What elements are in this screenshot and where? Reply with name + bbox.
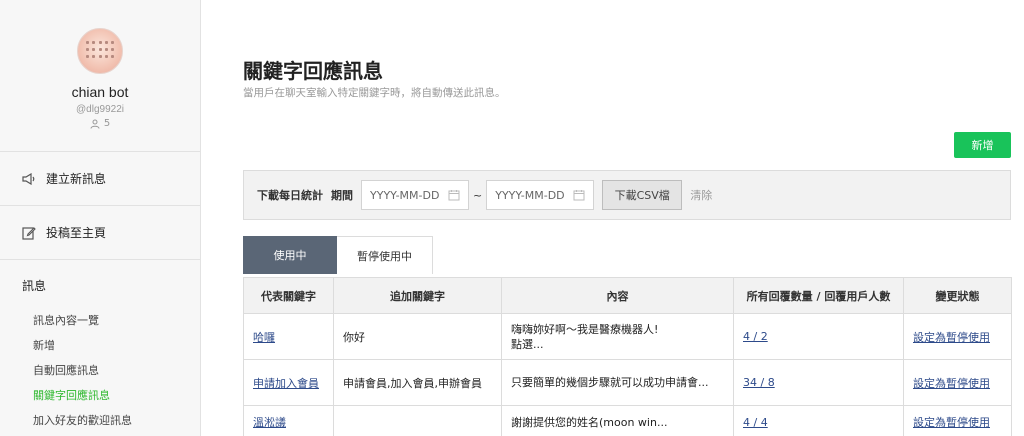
column-header-content: 內容 bbox=[501, 277, 734, 314]
sidebar-section-heading: 訊息 bbox=[22, 279, 47, 293]
start-date-placeholder: YYYY-MM-DD bbox=[370, 188, 440, 202]
friend-count-value: 5 bbox=[103, 118, 111, 129]
stats-link[interactable]: 4 / 2 bbox=[743, 330, 768, 343]
content-line: 嗨嗨妳好啊～我是醫療機器人! bbox=[511, 322, 659, 336]
bot-avatar[interactable] bbox=[77, 28, 123, 74]
stats-cell: 4 / 2 bbox=[733, 313, 904, 360]
extra-keywords-cell: 申請會員,加入會員,申辦會員 bbox=[333, 359, 502, 406]
status-tabs: 使用中 暫停使用中 bbox=[243, 236, 433, 274]
sidebar-item-label: 建立新訊息 bbox=[46, 172, 107, 186]
content-line: 點選... bbox=[511, 337, 544, 351]
column-header-stats: 所有回覆數量 / 回覆用戶人數 bbox=[733, 277, 904, 314]
profile-panel: chian bot @dlg9922i 5 bbox=[0, 0, 200, 152]
content-line: 謝謝提供您的姓名(moon win... bbox=[511, 415, 668, 429]
end-date-placeholder: YYYY-MM-DD bbox=[495, 188, 565, 202]
stats-filter-bar: 下載每日統計 期間 YYYY-MM-DD ~ YYYY-MM-DD 下載CSV檔… bbox=[243, 170, 1011, 220]
calendar-icon bbox=[448, 190, 460, 201]
calendar-icon bbox=[573, 190, 585, 201]
megaphone-icon bbox=[22, 172, 35, 185]
sidebar-item-new[interactable]: 新增 bbox=[0, 333, 200, 358]
content-cell: 只要簡單的幾個步驟就可以成功申請會... bbox=[501, 359, 734, 406]
bot-id: @dlg9922i bbox=[76, 104, 124, 115]
column-header-change-status: 變更狀態 bbox=[903, 277, 1012, 314]
download-csv-button[interactable]: 下載CSV檔 bbox=[602, 180, 683, 210]
keyword-cell: 溫淞議 bbox=[243, 405, 334, 436]
stats-link[interactable]: 4 / 4 bbox=[743, 416, 768, 429]
sidebar-item-label: 投稿至主頁 bbox=[46, 226, 107, 240]
download-stats-label: 下載每日統計 bbox=[257, 189, 323, 202]
keyword-cell: 哈囉 bbox=[243, 313, 334, 360]
clear-link[interactable]: 淸除 bbox=[690, 187, 712, 203]
action-cell: 設定為暫停使用 bbox=[903, 359, 1012, 406]
page-subtitle: 當用戶在聊天室輸入特定關鍵字時，將自動傳送此訊息。 bbox=[243, 87, 506, 99]
extra-keywords-cell: 你好 bbox=[333, 313, 502, 360]
add-button[interactable]: 新增 bbox=[954, 132, 1011, 158]
tab-paused[interactable]: 暫停使用中 bbox=[337, 236, 433, 274]
set-paused-link[interactable]: 設定為暫停使用 bbox=[913, 377, 990, 390]
bot-name: chian bot bbox=[71, 84, 129, 100]
set-paused-link[interactable]: 設定為暫停使用 bbox=[913, 416, 990, 429]
sidebar-item-keyword-reply[interactable]: 關鍵字回應訊息 bbox=[0, 383, 200, 408]
start-date-input[interactable]: YYYY-MM-DD bbox=[361, 180, 469, 210]
set-paused-link[interactable]: 設定為暫停使用 bbox=[913, 331, 990, 344]
keyword-link[interactable]: 申請加入會員 bbox=[253, 377, 319, 390]
period-label: 期間 bbox=[331, 189, 353, 202]
date-separator: ~ bbox=[473, 188, 483, 202]
table-row: 溫淞議 謝謝提供您的姓名(moon win... 4 / 4 設定為暫停使用 bbox=[243, 405, 1012, 436]
tab-active[interactable]: 使用中 bbox=[243, 236, 337, 274]
keyword-link[interactable]: 溫淞議 bbox=[253, 416, 286, 429]
keyword-cell: 申請加入會員 bbox=[243, 359, 334, 406]
stats-link[interactable]: 34 / 8 bbox=[743, 376, 775, 389]
table-row: 申請加入會員 申請會員,加入會員,申辦會員 只要簡單的幾個步驟就可以成功申請會.… bbox=[243, 359, 1012, 406]
sidebar-item-post-to-home[interactable]: 投稿至主頁 bbox=[0, 206, 200, 260]
column-header-extra-keywords: 追加關鍵字 bbox=[333, 277, 502, 314]
content-cell: 嗨嗨妳好啊～我是醫療機器人! 點選... bbox=[501, 313, 734, 360]
sidebar-item-message-list[interactable]: 訊息內容一覽 bbox=[0, 308, 200, 333]
action-cell: 設定為暫停使用 bbox=[903, 313, 1012, 360]
table-row: 哈囉 你好 嗨嗨妳好啊～我是醫療機器人! 點選... 4 / 2 設定為暫停使用 bbox=[243, 313, 1012, 360]
edit-icon bbox=[22, 226, 36, 240]
content-cell: 謝謝提供您的姓名(moon win... bbox=[501, 405, 734, 436]
sidebar: chian bot @dlg9922i 5 建立新訊息 投稿至主頁 訊息 訊息內… bbox=[0, 0, 201, 436]
stats-cell: 4 / 4 bbox=[733, 405, 904, 436]
sidebar-item-auto-reply[interactable]: 自動回應訊息 bbox=[0, 358, 200, 383]
friend-count: 5 bbox=[0, 118, 200, 129]
content-line: 只要簡單的幾個步驟就可以成功申請會... bbox=[511, 376, 709, 389]
table-header-row: 代表關鍵字 追加關鍵字 內容 所有回覆數量 / 回覆用戶人數 變更狀態 bbox=[243, 277, 1012, 314]
person-icon bbox=[90, 119, 100, 129]
sidebar-messages-section: 訊息 訊息內容一覽 新增 自動回應訊息 關鍵字回應訊息 加入好友的歡迎訊息 bbox=[0, 260, 200, 433]
end-date-input[interactable]: YYYY-MM-DD bbox=[486, 180, 595, 210]
stats-cell: 34 / 8 bbox=[733, 359, 904, 406]
extra-keywords-cell bbox=[333, 405, 502, 436]
page-title: 關鍵字回應訊息 bbox=[243, 59, 383, 83]
keyword-link[interactable]: 哈囉 bbox=[253, 331, 275, 344]
keyword-table: 代表關鍵字 追加關鍵字 內容 所有回覆數量 / 回覆用戶人數 變更狀態 哈囉 你… bbox=[243, 277, 1012, 436]
sidebar-item-welcome-message[interactable]: 加入好友的歡迎訊息 bbox=[0, 408, 200, 433]
sidebar-item-create-message[interactable]: 建立新訊息 bbox=[0, 152, 200, 206]
action-cell: 設定為暫停使用 bbox=[903, 405, 1012, 436]
column-header-keyword: 代表關鍵字 bbox=[243, 277, 334, 314]
